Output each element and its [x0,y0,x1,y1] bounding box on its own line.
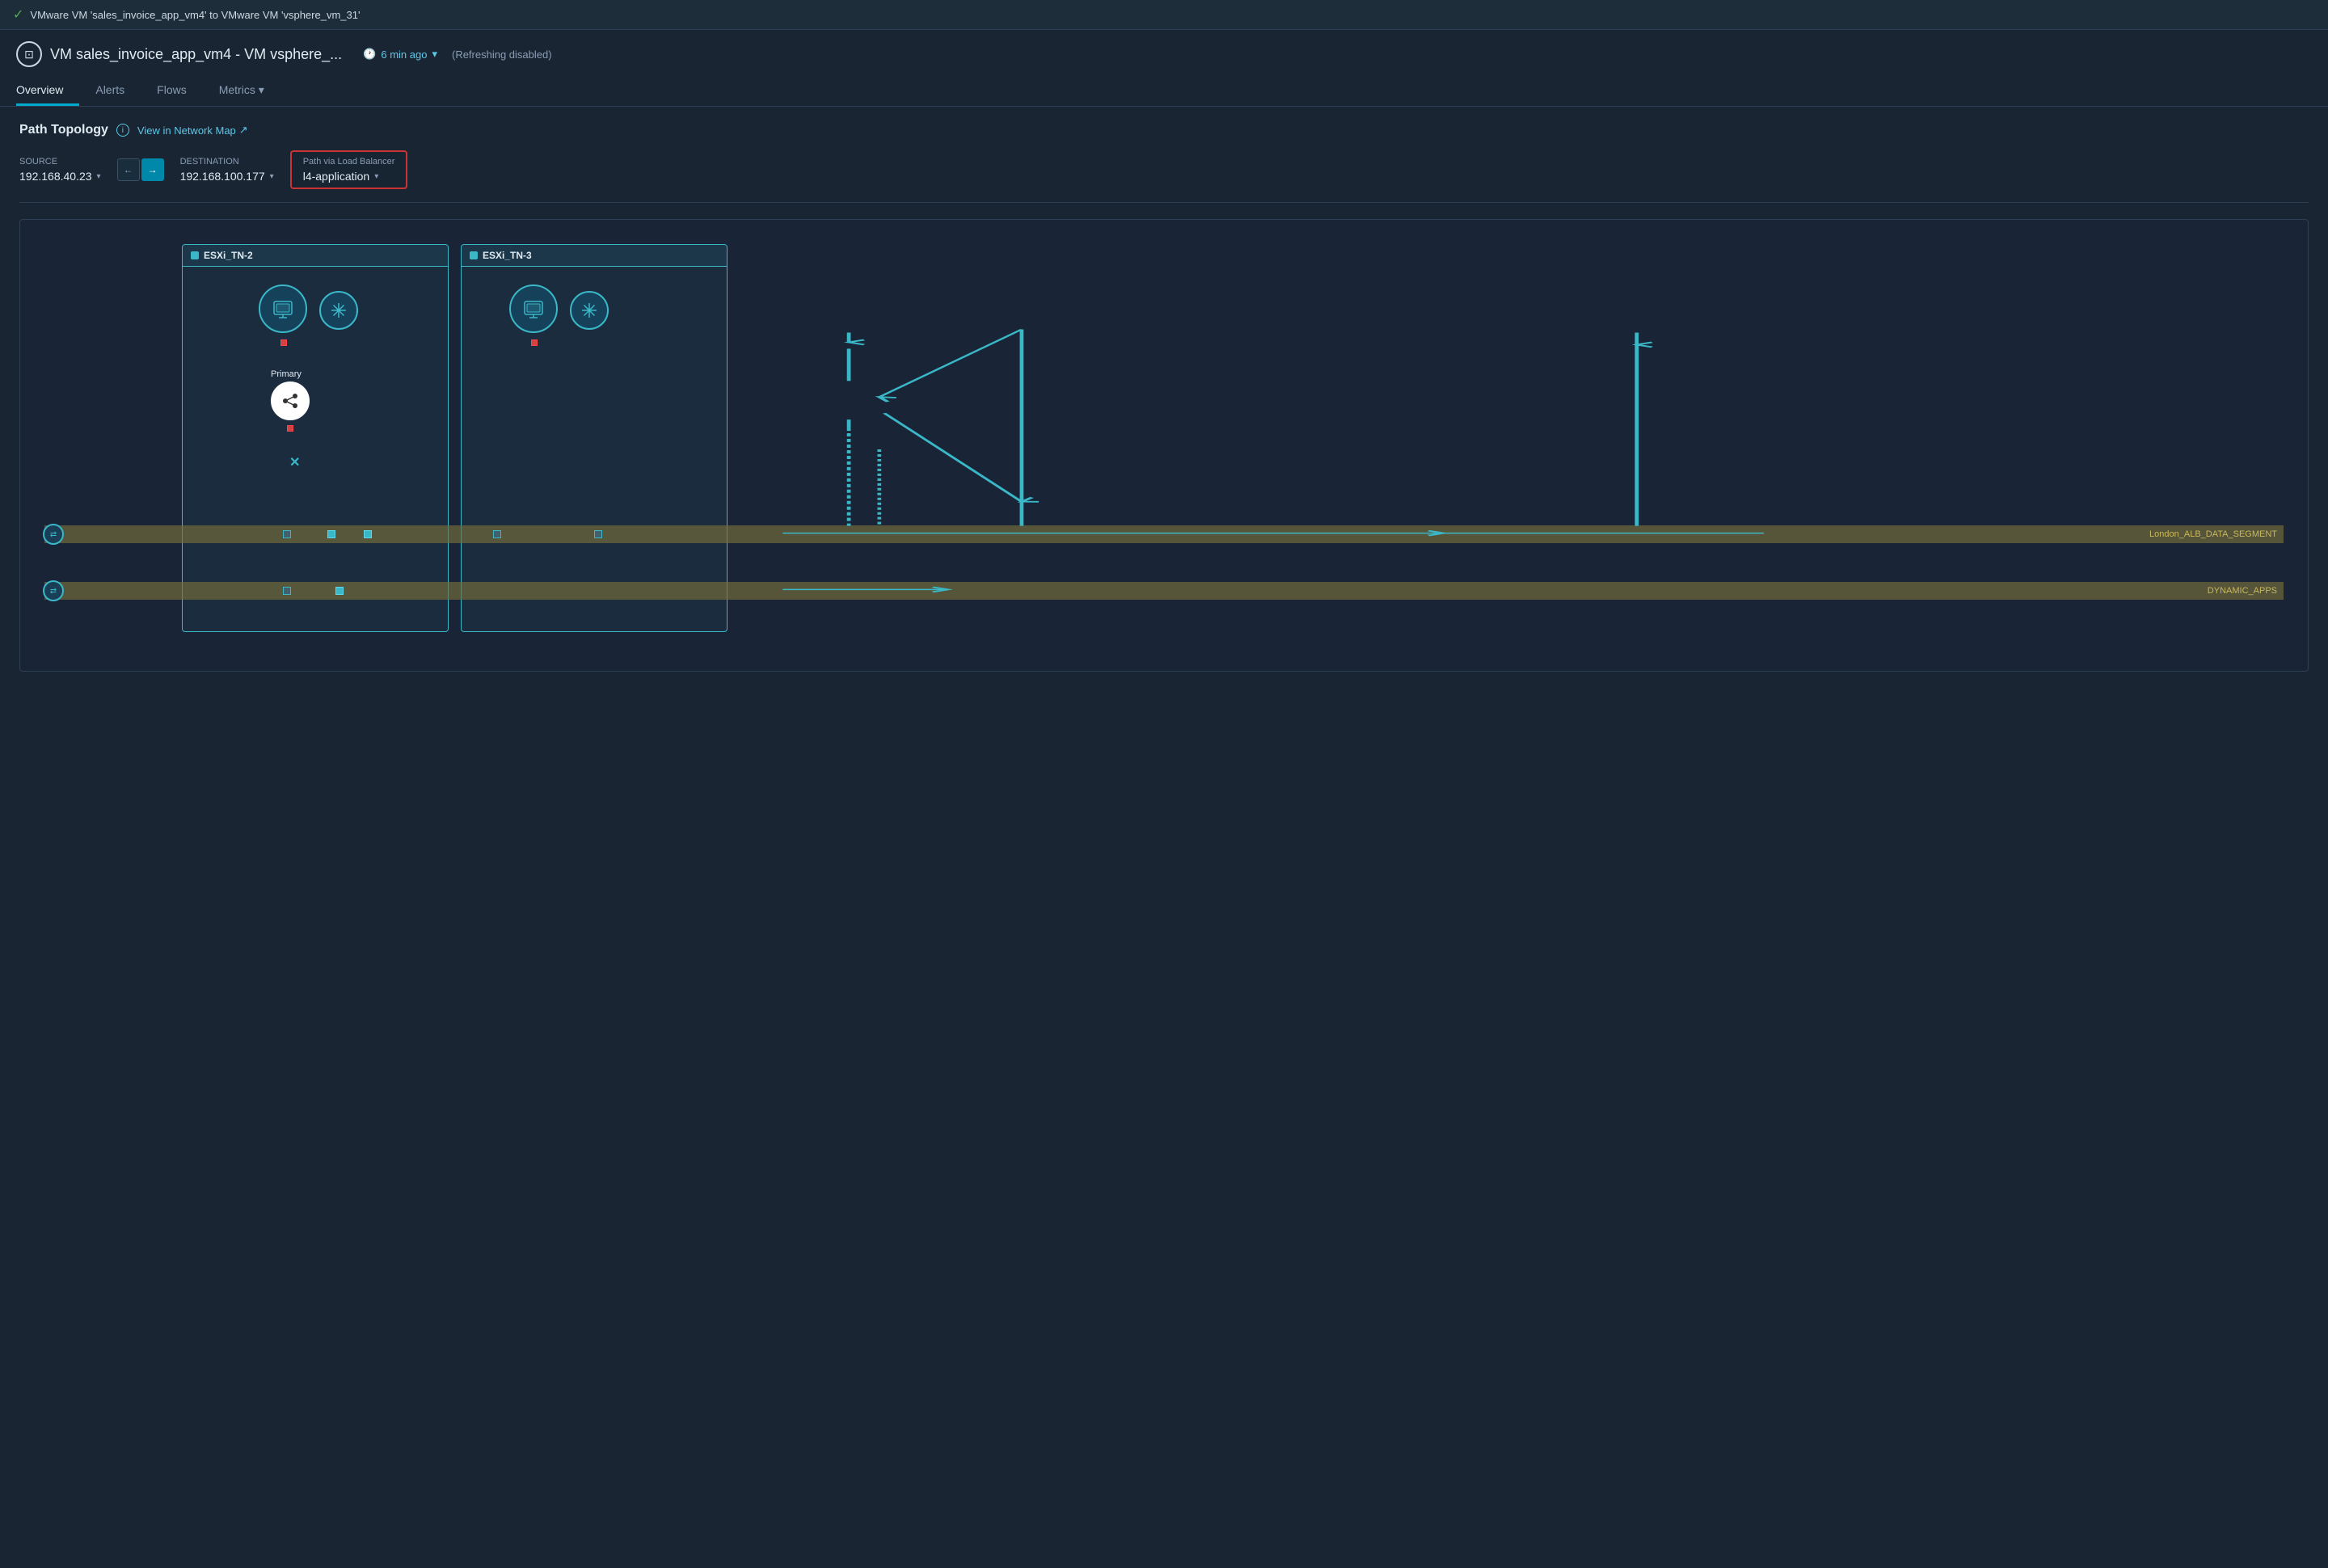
path-via-select[interactable]: l4-application ▾ [303,170,395,183]
segment-bottom-label: DYNAMIC_APPS [2208,586,2277,596]
view-network-map-link[interactable]: View in Network Map ↗ [137,124,248,137]
source-label: Source [19,157,101,166]
source-value: 192.168.40.23 [19,170,92,183]
direction-buttons: ← → [117,158,164,181]
time-selector[interactable]: 🕐 6 min ago ▾ [363,48,437,61]
section-title: Path Topology [19,123,108,137]
source-chevron-icon: ▾ [97,172,101,181]
segment-top-square-2 [327,530,335,538]
path-via-chevron-icon: ▾ [374,172,378,181]
segment-top-router-icon: ⇄ [43,524,64,545]
segment-bottom-router-icon: ⇄ [43,580,64,601]
esxi-tn-3-label: ESXi_TN-3 [483,250,532,261]
esxi-tn-3-indicator [470,251,478,259]
topology-diagram: ESXi_TN-2 ESXi_TN-3 Primary ✕ [19,219,2309,672]
segment-top-square-1 [283,530,291,538]
port-primary-bottom [287,425,293,432]
path-x-marker: ✕ [289,454,300,470]
destination-label: Destination [180,157,274,166]
vm-node-right[interactable] [509,285,558,333]
path-via-value-text: l4-application [303,170,370,183]
tab-metrics[interactable]: Metrics ▾ [203,77,280,106]
status-check-icon: ✓ [13,6,23,23]
segment-bottom-square-2 [335,587,344,595]
segment-top-square-3 [364,530,372,538]
port-left-vm-top [280,339,287,346]
primary-label: Primary [271,369,302,379]
header: ⊡ VM sales_invoice_app_vm4 - VM vsphere_… [0,30,2328,107]
info-icon[interactable]: i [116,124,129,137]
direction-right-button[interactable]: → [141,158,164,181]
esxi-tn-2-indicator [191,251,199,259]
section-header: Path Topology i View in Network Map ↗ [19,123,2309,137]
primary-node[interactable] [271,381,310,420]
segment-top-label: London_ALB_DATA_SEGMENT [2149,529,2277,539]
destination-value: 192.168.100.177 [180,170,265,183]
top-bar: ✓ VMware VM 'sales_invoice_app_vm4' to V… [0,0,2328,30]
tab-alerts[interactable]: Alerts [79,77,141,106]
esxi-tn-2-container: ESXi_TN-2 [182,244,449,632]
snowflake-node-left[interactable] [319,291,358,330]
source-select[interactable]: 192.168.40.23 ▾ [19,170,101,183]
time-label: 6 min ago [381,48,427,61]
top-bar-status-text: VMware VM 'sales_invoice_app_vm4' to VMw… [30,9,360,21]
direction-left-button[interactable]: ← [117,158,140,181]
esxi-tn-2-header: ESXi_TN-2 [183,245,448,267]
clock-icon: 🕐 [363,48,376,61]
controls-row: Source 192.168.40.23 ▾ ← → Destination 1… [19,150,2309,203]
segment-bottom-square-1 [283,587,291,595]
segment-top-square-4 [493,530,501,538]
esxi-tn-2-label: ESXi_TN-2 [204,250,253,261]
vm-icon: ⊡ [16,41,42,67]
vm-node-left[interactable] [259,285,307,333]
snowflake-node-right[interactable] [570,291,609,330]
external-link-icon: ↗ [239,124,248,137]
destination-group: Destination 192.168.100.177 ▾ [180,157,274,183]
destination-chevron-icon: ▾ [270,172,274,181]
segment-top-bar: ⇄ London_ALB_DATA_SEGMENT [44,525,2284,543]
time-dropdown-icon: ▾ [432,48,437,61]
path-via-load-balancer-box[interactable]: Path via Load Balancer l4-application ▾ [290,150,408,189]
tab-flows[interactable]: Flows [141,77,203,106]
source-group: Source 192.168.40.23 ▾ [19,157,101,183]
segment-top-square-5 [594,530,602,538]
refresh-status: (Refreshing disabled) [452,48,552,61]
main-content: Path Topology i View in Network Map ↗ So… [0,107,2328,688]
page-title: VM sales_invoice_app_vm4 - VM vsphere_..… [50,46,342,63]
port-right-vm-bottom [531,339,538,346]
path-via-label: Path via Load Balancer [303,157,395,166]
esxi-tn-3-header: ESXi_TN-3 [462,245,727,267]
tab-overview[interactable]: Overview [16,77,79,106]
nav-tabs: Overview Alerts Flows Metrics ▾ [16,77,2312,106]
segment-bottom-bar: ⇄ DYNAMIC_APPS [44,582,2284,600]
destination-select[interactable]: 192.168.100.177 ▾ [180,170,274,183]
view-network-label: View in Network Map [137,124,236,137]
